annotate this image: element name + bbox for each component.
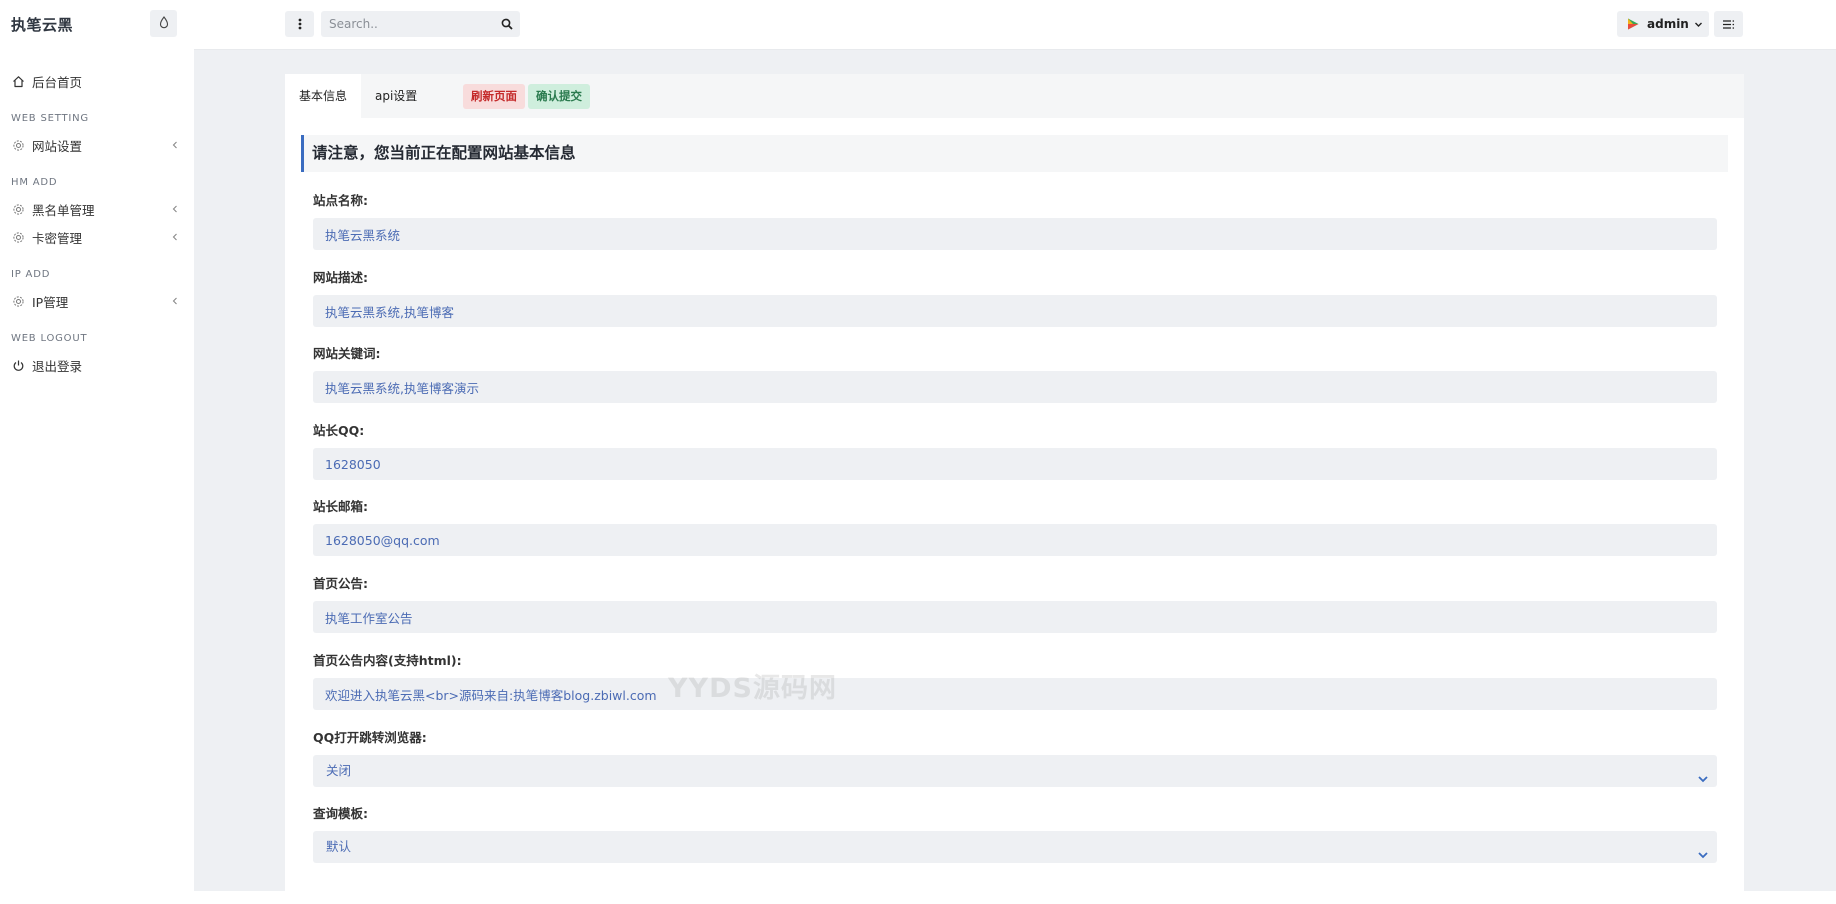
sidebar-nav: 后台首页 WEB SETTING 网站设置 HM ADD 黑名单管理 卡密管理 … [0, 67, 194, 379]
gear-icon [11, 230, 25, 244]
chevron-down-icon [1697, 841, 1709, 859]
search-input[interactable] [321, 11, 489, 37]
sidebar-item-label: IP管理 [32, 294, 69, 310]
site-desc-input[interactable] [313, 295, 1717, 327]
sidebar-item-cardkey[interactable]: 卡密管理 [0, 223, 194, 251]
power-icon [11, 358, 25, 372]
nav-heading-web-logout: WEB LOGOUT [11, 333, 88, 344]
admin-qq-input[interactable] [313, 448, 1717, 480]
list-menu-icon [1722, 15, 1735, 34]
sidebar-item-home[interactable]: 后台首页 [0, 67, 194, 95]
sidebar-item-label: 卡密管理 [32, 230, 83, 246]
form-group-home-notice: 首页公告: [313, 575, 1717, 633]
sidebar-item-ip-manage[interactable]: IP管理 [0, 287, 194, 315]
sidebar-item-label: 网站设置 [32, 138, 83, 154]
form-group-site-name: 站点名称: [313, 192, 1717, 250]
query-template-select[interactable]: 默认 [313, 831, 1717, 863]
more-options-button[interactable] [285, 11, 314, 37]
user-avatar-icon [1626, 17, 1640, 31]
chevron-left-icon [170, 231, 180, 243]
brand-logo[interactable]: 执笔云黑 [11, 14, 73, 35]
search-icon [501, 15, 513, 34]
sidebar-item-logout[interactable]: 退出登录 [0, 351, 194, 379]
vertical-dots-icon [298, 15, 302, 34]
site-name-input[interactable] [313, 218, 1717, 250]
droplet-icon [159, 14, 169, 33]
chevron-left-icon [170, 203, 180, 215]
admin-email-input[interactable] [313, 524, 1717, 556]
nav-heading-web-setting: WEB SETTING [11, 113, 89, 124]
brand-row: 执笔云黑 [0, 0, 194, 48]
card-header: 基本信息 api设置 刷新页面 确认提交 [285, 74, 1744, 118]
chevron-down-icon [1697, 765, 1709, 783]
qq-redirect-select[interactable]: 关闭 [313, 755, 1717, 787]
tab-basic-info[interactable]: 基本信息 [285, 74, 362, 118]
tab-api-settings[interactable]: api设置 [361, 74, 431, 118]
sidebar: 执笔云黑 后台首页 WEB SETTING 网站设置 HM ADD 黑名单管理 … [0, 0, 194, 891]
site-desc-label: 网站描述: [313, 270, 368, 285]
form-group-query-template: 查询模板: 默认 [313, 805, 1717, 863]
home-notice-input[interactable] [313, 601, 1717, 633]
topbar: admin [194, 0, 1836, 50]
site-keywords-input[interactable] [313, 371, 1717, 403]
admin-email-label: 站长邮箱: [313, 499, 368, 514]
home-notice-html-input[interactable] [313, 678, 1717, 710]
query-template-selected: 默认 [326, 839, 352, 854]
gear-icon [11, 138, 25, 152]
user-name: admin [1647, 17, 1689, 31]
main-content: 基本信息 api设置 刷新页面 确认提交 请注意，您当前正在配置网站基本信息 站… [194, 50, 1836, 904]
form-group-admin-email: 站长邮箱: [313, 498, 1717, 556]
home-notice-label: 首页公告: [313, 576, 368, 591]
query-template-label: 查询模板: [313, 806, 368, 821]
confirm-submit-button[interactable]: 确认提交 [528, 84, 590, 109]
sidebar-item-label: 黑名单管理 [32, 202, 95, 218]
nav-heading-ip-add: IP ADD [11, 269, 51, 280]
user-menu-button[interactable]: admin [1617, 11, 1709, 37]
side-menu-toggle-button[interactable] [1714, 11, 1743, 37]
sidebar-item-blacklist[interactable]: 黑名单管理 [0, 195, 194, 223]
refresh-page-button[interactable]: 刷新页面 [463, 84, 525, 109]
form-group-admin-qq: 站长QQ: [313, 422, 1717, 480]
sidebar-item-site-settings[interactable]: 网站设置 [0, 131, 194, 159]
nav-heading-hm-add: HM ADD [11, 177, 58, 188]
settings-card: 基本信息 api设置 刷新页面 确认提交 请注意，您当前正在配置网站基本信息 站… [285, 74, 1744, 904]
form-group-home-notice-html: 首页公告内容(支持html): [313, 652, 1717, 710]
form-group-site-desc: 网站描述: [313, 269, 1717, 327]
chevron-left-icon [170, 139, 180, 151]
search-box [321, 11, 520, 37]
sidebar-item-label: 退出登录 [32, 358, 83, 374]
chevron-down-icon [1694, 20, 1703, 29]
form-group-site-keywords: 网站关键词: [313, 345, 1717, 403]
qq-redirect-selected: 关闭 [326, 763, 352, 778]
sidebar-item-label: 后台首页 [32, 74, 83, 90]
home-notice-html-label: 首页公告内容(支持html): [313, 653, 462, 668]
notice-banner: 请注意，您当前正在配置网站基本信息 [301, 135, 1728, 172]
form-group-qq-redirect: QQ打开跳转浏览器: 关闭 [313, 729, 1717, 787]
gear-icon [11, 202, 25, 216]
search-button[interactable] [499, 16, 515, 32]
gear-icon [11, 294, 25, 308]
site-name-label: 站点名称: [313, 193, 368, 208]
site-keywords-label: 网站关键词: [313, 346, 381, 361]
admin-qq-label: 站长QQ: [313, 423, 365, 438]
home-icon [11, 74, 25, 88]
chevron-left-icon [170, 295, 180, 307]
qq-redirect-label: QQ打开跳转浏览器: [313, 730, 427, 745]
theme-toggle-button[interactable] [150, 10, 177, 37]
